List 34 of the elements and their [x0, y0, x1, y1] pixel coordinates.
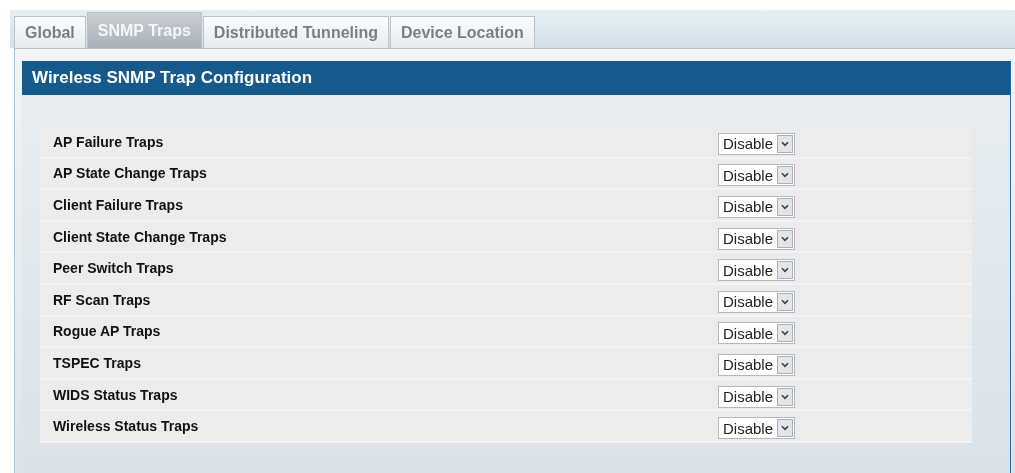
trap-dropdown[interactable]: Disable [718, 417, 796, 440]
trap-dropdown[interactable]: Disable [718, 290, 796, 313]
caret-icon [777, 292, 794, 311]
tab[interactable]: Global [14, 16, 86, 48]
trap-dropdown[interactable]: Disable [718, 385, 796, 408]
trap-dropdown[interactable]: Disable [718, 164, 796, 187]
setting-label: WIDS Status Traps [52, 386, 179, 403]
tab[interactable]: Device Location [390, 16, 535, 48]
caret-icon [777, 419, 794, 438]
setting-label: AP Failure Traps [52, 133, 165, 150]
caret-icon [777, 198, 794, 216]
trap-dropdown[interactable]: Disable [718, 132, 796, 155]
trap-dropdown[interactable]: Disable [718, 196, 796, 218]
setting-label: Client State Change Traps [52, 228, 228, 245]
caret-icon [777, 229, 794, 248]
caret-icon [777, 134, 794, 153]
trap-dropdown[interactable]: Disable [718, 322, 796, 345]
caret-icon [777, 355, 794, 374]
setting-label: Wireless Status Traps [52, 418, 200, 435]
caret-icon [777, 166, 794, 185]
setting-label: Rogue AP Traps [52, 323, 162, 340]
panel-title: Wireless SNMP Trap Configuration [22, 61, 1010, 95]
caret-icon [777, 261, 794, 280]
setting-label: Client Failure Traps [52, 197, 184, 213]
caret-icon [777, 324, 794, 343]
tab[interactable]: Distributed Tunneling [202, 16, 389, 48]
setting-label: RF Scan Traps [52, 291, 152, 308]
trap-dropdown[interactable]: Disable [718, 259, 796, 282]
trap-dropdown[interactable]: Disable [718, 353, 796, 376]
trap-dropdown[interactable]: Disable [718, 227, 796, 250]
caret-icon [777, 387, 794, 406]
setting-label: TSPEC Traps [52, 354, 142, 371]
setting-label: Peer Switch Traps [52, 260, 175, 277]
setting-label: AP State Change Traps [52, 165, 208, 182]
